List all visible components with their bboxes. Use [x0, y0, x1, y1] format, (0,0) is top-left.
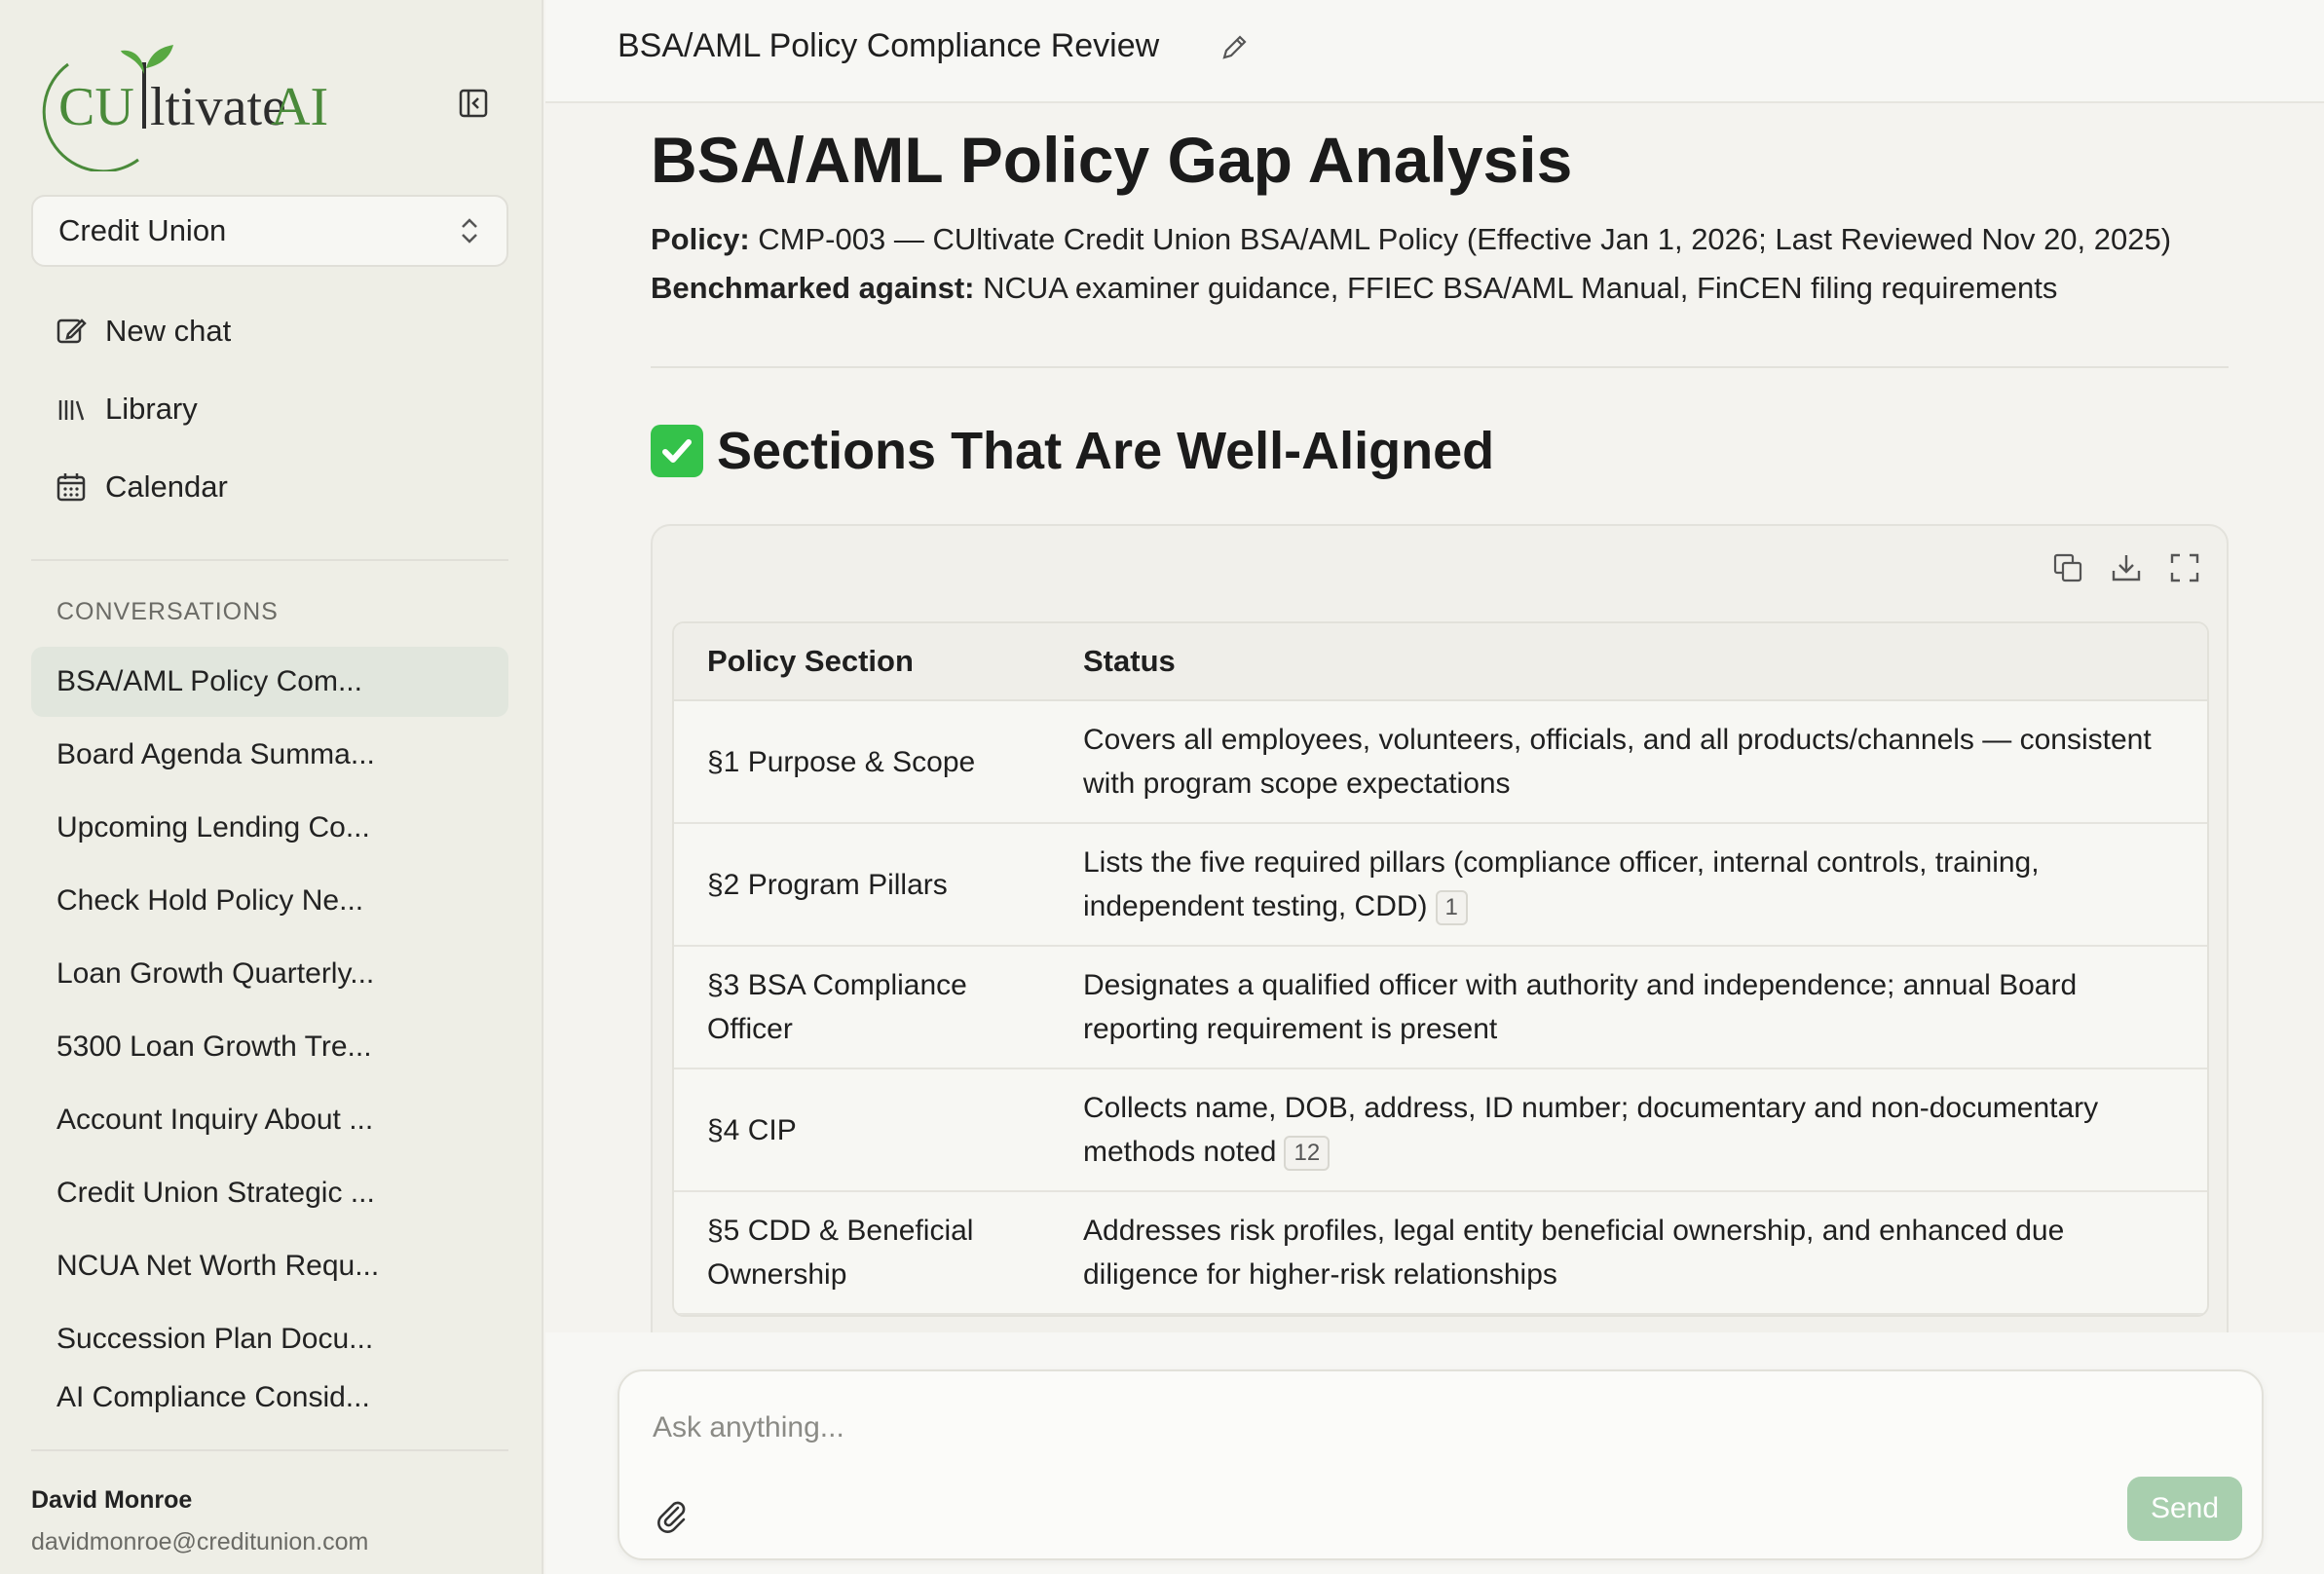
- user-divider: [31, 1449, 508, 1451]
- copy-icon: [2053, 553, 2082, 582]
- nav-library[interactable]: Library: [55, 392, 198, 427]
- copy-button[interactable]: [2051, 551, 2084, 584]
- conversation-item[interactable]: Upcoming Lending Co...: [31, 793, 508, 863]
- policy-value: CMP-003 — CUltivate Credit Union BSA/AML…: [758, 222, 2172, 256]
- nav-calendar-label: Calendar: [105, 469, 228, 504]
- citation-badge[interactable]: 1: [1435, 890, 1468, 926]
- composer-area: Send: [545, 1332, 2324, 1574]
- row-status-text: Covers all employees, volunteers, offici…: [1083, 724, 2152, 800]
- org-selector[interactable]: Credit Union: [31, 195, 508, 267]
- section-heading: Sections That Are Well-Aligned: [651, 421, 1494, 481]
- cultivate-ai-logo[interactable]: CU ltivate AI: [31, 35, 343, 173]
- rename-button[interactable]: [1218, 31, 1253, 66]
- sidebar: CU ltivate AI Credit Union New chat Libr…: [0, 0, 544, 1574]
- logo-middle: ltivate: [150, 77, 286, 137]
- table-row: §2 Program Pillars Lists the five requir…: [674, 824, 2207, 947]
- document-title: BSA/AML Policy Gap Analysis: [651, 124, 1573, 196]
- row-section: §2 Program Pillars: [707, 868, 948, 901]
- table-card: Policy Section Status §1 Purpose & Scope…: [651, 524, 2229, 1440]
- header-policy-section: Policy Section: [707, 644, 914, 678]
- policy-line: Policy: CMP-003 — CUltivate Credit Union…: [651, 222, 2171, 257]
- attach-button[interactable]: [653, 1496, 690, 1533]
- row-status: Lists the five required pillars (complia…: [1083, 841, 2207, 928]
- download-icon: [2112, 555, 2141, 581]
- benchmark-value: NCUA examiner guidance, FFIEC BSA/AML Ma…: [983, 271, 2058, 305]
- row-section: §1 Purpose & Scope: [707, 745, 976, 778]
- user-email: davidmonroe@creditunion.com: [31, 1528, 369, 1555]
- conversation-item[interactable]: Succession Plan Docu...: [31, 1304, 508, 1374]
- row-section: §5 CDD & Beneficial Ownership: [707, 1215, 974, 1291]
- expand-icon: [2170, 553, 2199, 582]
- row-section: §3 BSA Compliance Officer: [707, 969, 967, 1045]
- check-mark-icon: [651, 425, 703, 477]
- conversation-title: BSA/AML Policy Compliance Review: [618, 27, 1160, 64]
- nav-new-chat[interactable]: New chat: [55, 314, 231, 349]
- conversation-item[interactable]: Account Inquiry About ...: [31, 1085, 508, 1155]
- nav-calendar[interactable]: Calendar: [55, 469, 228, 505]
- calendar-icon: [56, 473, 86, 502]
- row-status-text: Addresses risk profiles, legal entity be…: [1083, 1215, 2065, 1291]
- user-name: David Monroe: [31, 1486, 193, 1514]
- composer: Send: [618, 1369, 2264, 1560]
- alignment-table: Policy Section Status §1 Purpose & Scope…: [672, 621, 2209, 1317]
- logo-mark: CU ltivate AI: [42, 45, 328, 173]
- sidebar-collapse-icon: [459, 89, 488, 118]
- row-status-text: Designates a qualified officer with auth…: [1083, 969, 2078, 1045]
- logo-suffix: AI: [271, 77, 328, 137]
- table-toolbar: [2051, 551, 2201, 584]
- conversations-heading: CONVERSATIONS: [56, 598, 279, 625]
- conversation-item[interactable]: 5300 Loan Growth Tre...: [31, 1012, 508, 1082]
- send-button[interactable]: Send: [2127, 1477, 2242, 1541]
- nav-new-chat-label: New chat: [105, 314, 232, 348]
- conversation-item[interactable]: AI Compliance Consid...: [31, 1377, 508, 1414]
- table-row: §1 Purpose & Scope Covers all employees,…: [674, 701, 2207, 824]
- table-row: §5 CDD & Beneficial Ownership Addresses …: [674, 1192, 2207, 1315]
- row-status: Designates a qualified officer with auth…: [1083, 963, 2207, 1051]
- content-divider: [651, 366, 2229, 368]
- conversation-item[interactable]: Check Hold Policy Ne...: [31, 866, 508, 936]
- policy-label: Policy:: [651, 222, 750, 256]
- library-icon: [58, 400, 85, 421]
- row-status-text: Collects name, DOB, address, ID number; …: [1083, 1092, 2099, 1168]
- logo-prefix: CU: [58, 77, 134, 137]
- message-input[interactable]: [653, 1405, 2016, 1451]
- conversation-item[interactable]: Loan Growth Quarterly...: [31, 939, 508, 1009]
- table-row: §3 BSA Compliance Officer Designates a q…: [674, 947, 2207, 1069]
- collapse-sidebar-button[interactable]: [454, 84, 493, 123]
- conversation-item[interactable]: Board Agenda Summa...: [31, 720, 508, 790]
- section-heading-text: Sections That Are Well-Aligned: [717, 422, 1495, 480]
- pencil-icon: [1222, 35, 1247, 59]
- conversation-item[interactable]: Credit Union Strategic ...: [31, 1158, 508, 1228]
- chevron-up-down-icon: [462, 218, 477, 244]
- top-bar: BSA/AML Policy Compliance Review: [545, 0, 2324, 103]
- row-status: Addresses risk profiles, legal entity be…: [1083, 1209, 2207, 1296]
- row-section: §4 CIP: [707, 1113, 797, 1146]
- citation-badge[interactable]: 12: [1284, 1136, 1331, 1172]
- conversation-list: BSA/AML Policy Com... Board Agenda Summa…: [31, 647, 508, 1417]
- download-button[interactable]: [2110, 551, 2143, 584]
- table-row: §4 CIP Collects name, DOB, address, ID n…: [674, 1069, 2207, 1192]
- row-status: Collects name, DOB, address, ID number; …: [1083, 1086, 2207, 1174]
- edit-icon: [56, 319, 87, 344]
- nav-library-label: Library: [105, 392, 198, 426]
- benchmark-line: Benchmarked against: NCUA examiner guida…: [651, 271, 2057, 306]
- paperclip-icon: [657, 1501, 686, 1533]
- user-profile[interactable]: David Monroe davidmonroe@creditunion.com: [31, 1486, 368, 1556]
- sidebar-divider: [31, 559, 508, 561]
- row-status: Covers all employees, volunteers, offici…: [1083, 718, 2207, 806]
- header-status: Status: [1083, 644, 1176, 678]
- row-status-text: Lists the five required pillars (complia…: [1083, 846, 2040, 922]
- table-header: Policy Section Status: [674, 623, 2207, 701]
- conversation-item[interactable]: NCUA Net Worth Requ...: [31, 1231, 508, 1301]
- fullscreen-button[interactable]: [2168, 551, 2201, 584]
- org-selector-value: Credit Union: [58, 213, 227, 247]
- benchmark-label: Benchmarked against:: [651, 271, 975, 305]
- conversation-item[interactable]: BSA/AML Policy Com...: [31, 647, 508, 717]
